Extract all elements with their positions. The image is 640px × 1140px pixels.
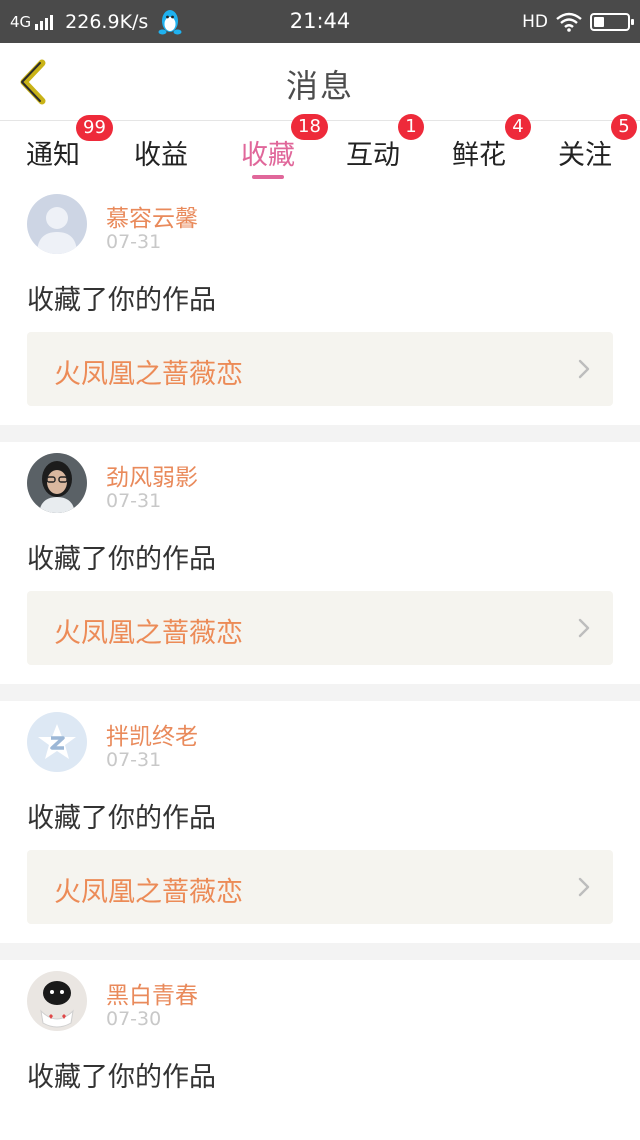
message-text: 收藏了你的作品 xyxy=(27,1062,216,1093)
notifications-badge: 99 xyxy=(76,115,113,141)
favorites-badge: 18 xyxy=(291,114,328,140)
message-list: 慕容云馨 07-31 收藏了你的作品 火凤凰之蔷薇恋 劲风弱影 07-31 收藏… xyxy=(0,183,640,1140)
message-text: 收藏了你的作品 xyxy=(27,285,216,316)
tab-interactions[interactable]: 互动 xyxy=(328,133,418,172)
work-title: 火凤凰之蔷薇恋 xyxy=(54,618,243,649)
user-name[interactable]: 黑白青春 xyxy=(106,976,198,1010)
list-item: 拌凯终老 07-31 收藏了你的作品 火凤凰之蔷薇恋 xyxy=(0,701,640,943)
page-title: 消息 xyxy=(285,67,354,105)
active-tab-indicator xyxy=(252,175,284,179)
work-title: 火凤凰之蔷薇恋 xyxy=(54,877,243,908)
divider xyxy=(0,943,640,960)
tab-bar: 通知 99 收益 收藏 18 互动 1 鲜花 4 关注 5 xyxy=(0,114,640,183)
user-name[interactable]: 慕容云馨 xyxy=(106,199,198,233)
tab-earnings[interactable]: 收益 xyxy=(116,133,206,172)
battery-level xyxy=(594,17,604,27)
message-text: 收藏了你的作品 xyxy=(27,544,216,575)
chevron-right-icon xyxy=(578,359,590,379)
message-date: 07-31 xyxy=(106,490,162,512)
message-text: 收藏了你的作品 xyxy=(27,803,216,834)
divider xyxy=(0,425,640,442)
interactions-badge: 1 xyxy=(398,114,424,140)
chevron-right-icon xyxy=(578,877,590,897)
list-item: 慕容云馨 07-31 收藏了你的作品 火凤凰之蔷薇恋 xyxy=(0,183,640,425)
avatar[interactable] xyxy=(27,453,87,513)
user-name[interactable]: 拌凯终老 xyxy=(106,717,198,751)
status-bar: 4G 226.9K/s 21:44 HD xyxy=(0,0,640,43)
tab-flowers[interactable]: 鲜花 xyxy=(434,133,524,172)
flowers-badge: 4 xyxy=(505,114,531,140)
work-link[interactable]: 火凤凰之蔷薇恋 xyxy=(27,591,613,665)
message-date: 07-30 xyxy=(106,1008,162,1030)
list-item: 黑白青春 07-30 收藏了你的作品 xyxy=(0,960,640,1140)
tab-follows[interactable]: 关注 xyxy=(540,133,630,172)
follows-badge: 5 xyxy=(611,114,637,140)
divider xyxy=(0,684,640,701)
message-date: 07-31 xyxy=(106,749,162,771)
work-link[interactable]: 火凤凰之蔷薇恋 xyxy=(27,850,613,924)
avatar[interactable] xyxy=(27,971,87,1031)
list-item: 劲风弱影 07-31 收藏了你的作品 火凤凰之蔷薇恋 xyxy=(0,442,640,684)
header-bar: 消息 xyxy=(0,43,640,121)
message-date: 07-31 xyxy=(106,231,162,253)
status-right: HD xyxy=(522,9,634,35)
chevron-right-icon xyxy=(578,618,590,638)
battery-icon xyxy=(590,13,634,31)
wifi-icon xyxy=(556,12,582,32)
hd-indicator: HD xyxy=(522,12,548,32)
work-link[interactable]: 火凤凰之蔷薇恋 xyxy=(27,332,613,406)
work-title: 火凤凰之蔷薇恋 xyxy=(54,359,243,390)
avatar[interactable] xyxy=(27,712,87,772)
avatar[interactable] xyxy=(27,194,87,254)
user-name[interactable]: 劲风弱影 xyxy=(106,458,198,492)
